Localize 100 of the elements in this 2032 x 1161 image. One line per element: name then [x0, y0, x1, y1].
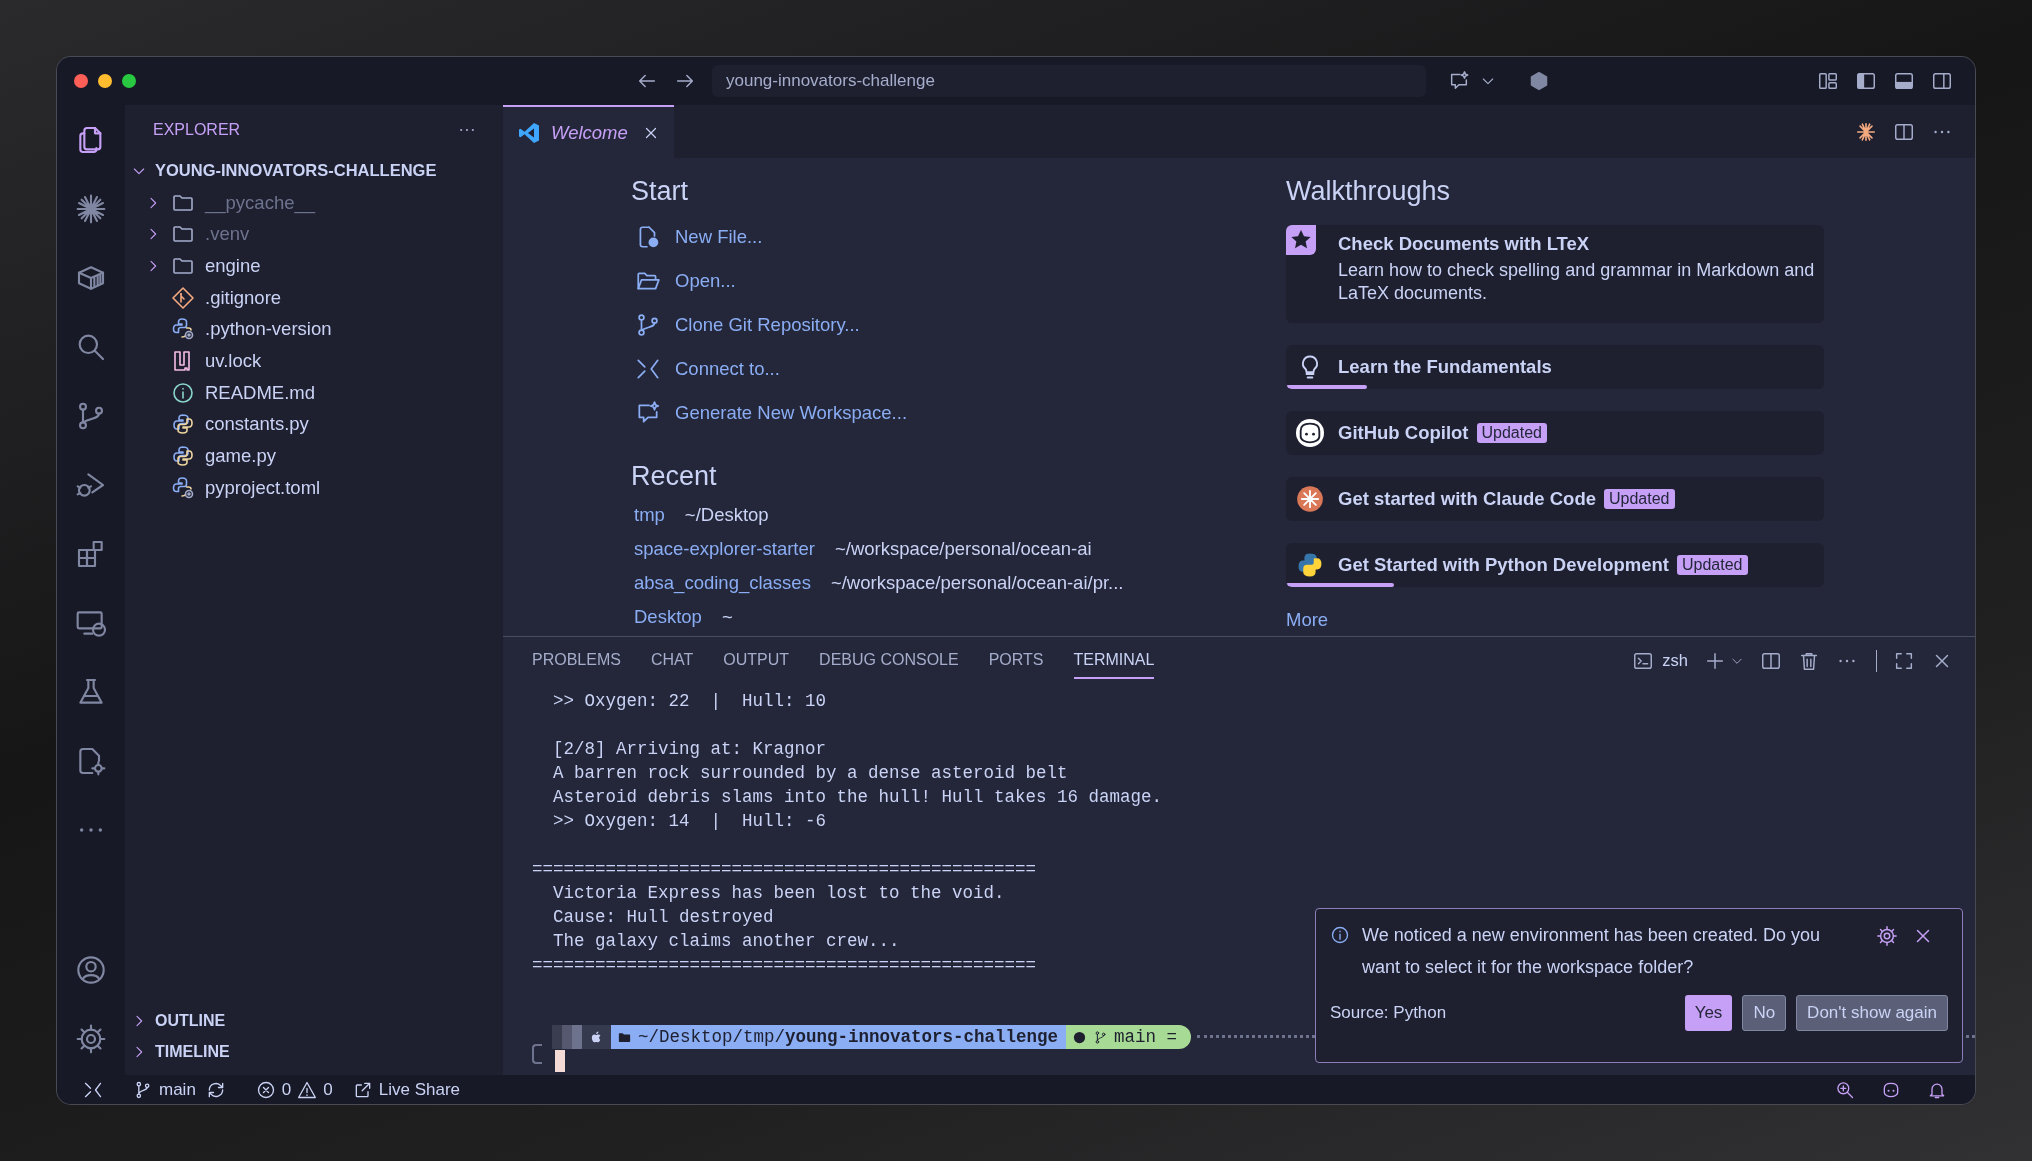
python-gear-icon — [171, 317, 195, 342]
logo-icon — [517, 120, 541, 145]
update-tag: Updated — [1604, 489, 1675, 509]
notification-message: We noticed a new environment has been created. Do you want to select it for the workspace folder? — [1362, 924, 1821, 979]
recent-link[interactable]: tmp — [634, 504, 665, 526]
terminal-line: A barren rock surrounded by a dense asteroid belt — [552, 762, 1068, 785]
bracket-line — [532, 1044, 542, 1064]
walkthrough-title: Get started with Claude Code — [1338, 488, 1596, 510]
update-tag: Updated — [1677, 555, 1748, 575]
panel-tab[interactable]: CHAT — [650, 642, 694, 679]
text-cursor — [555, 1050, 565, 1072]
terminal-shell-button[interactable]: zsh — [1632, 649, 1688, 672]
asterisk-icon[interactable] — [75, 193, 107, 225]
walkthrough-card[interactable]: Learn the Fundamentals — [1286, 345, 1824, 389]
asterisk-icon — [1296, 485, 1324, 513]
notification-source: Source: Python — [1330, 1003, 1447, 1023]
settings-icon[interactable] — [75, 1023, 107, 1055]
notification-button[interactable]: Don't show again — [1796, 995, 1948, 1031]
settings-icon[interactable] — [1876, 925, 1898, 947]
terminal-line: >> Oxygen: 22 | Hull: 10 — [552, 690, 827, 713]
info-icon — [1330, 925, 1350, 945]
folder-path: ~/workspace/personal/ocean-ai — [834, 538, 1092, 560]
walkthrough-title: Check Documents with LTeX — [1338, 233, 1590, 255]
file-name[interactable]: constants.py — [205, 413, 309, 436]
account-icon[interactable] — [75, 954, 107, 986]
folder-path: ~/workspace/personal/ocean-ai/pr... — [830, 572, 1124, 594]
branch-button[interactable]: main — [127, 1079, 196, 1100]
panel-tab[interactable]: PROBLEMS — [532, 642, 621, 679]
panel-tab[interactable]: DEBUG CONSOLE — [819, 642, 959, 679]
robot-face-icon — [1296, 419, 1324, 447]
problems-button[interactable]: 0 0 — [249, 1079, 333, 1100]
prompt-path: ~/Desktop/tmp/young-innovators-challenge — [638, 1026, 1059, 1049]
start-link[interactable]: Generate New Workspace... — [631, 391, 1286, 435]
walkthrough-card[interactable]: Get Started with Python Development Updated — [1286, 543, 1824, 587]
fade-blocks-drawing — [552, 1025, 582, 1049]
file-name[interactable]: .gitignore — [205, 286, 282, 309]
search-field[interactable]: young-innovators-challenge — [712, 65, 1426, 97]
terminal-line: The galaxy claims another crew... — [552, 930, 900, 953]
start-link[interactable]: New File... — [631, 215, 1286, 259]
live-share-button[interactable]: Live Share — [346, 1079, 461, 1100]
terminal-line: [2/8] Arriving at: Kragnor — [552, 738, 827, 761]
walkthrough-card[interactable]: GitHub Copilot Updated — [1286, 411, 1824, 455]
branch-icon — [635, 312, 661, 338]
notification-button[interactable]: Yes — [1684, 995, 1733, 1031]
file-name[interactable]: .python-version — [205, 318, 332, 341]
sidebar-toggle-icon[interactable] — [1855, 70, 1877, 92]
notification-button[interactable]: No — [1742, 995, 1787, 1031]
file-name[interactable]: README.md — [205, 381, 315, 404]
branch-name: main = — [1114, 1026, 1178, 1049]
walkthrough-title: Get Started with Python Development — [1338, 554, 1669, 576]
start-link[interactable]: Connect to... — [631, 347, 1286, 391]
hexagon-icon[interactable] — [1528, 70, 1550, 92]
python-icon — [171, 444, 195, 469]
remote-icon — [635, 356, 661, 382]
python-icon — [171, 412, 195, 437]
file-name[interactable]: game.py — [205, 445, 276, 468]
layout-icon[interactable] — [1817, 70, 1839, 92]
terminal-line: ================================================ — [532, 858, 1037, 881]
section-heading: Start — [631, 175, 690, 207]
zoom-window-button[interactable] — [122, 74, 136, 88]
folder-name[interactable]: YOUNG-INNOVATORS-CHALLENGE — [155, 161, 437, 181]
more-link[interactable]: More — [1286, 609, 1329, 630]
info-icon — [171, 380, 195, 405]
recent-link[interactable]: absa_coding_classes — [634, 572, 811, 594]
folder-path: ~/Desktop — [684, 504, 769, 526]
section-heading: Recent — [631, 460, 718, 492]
section-heading: Walkthroughs — [1286, 175, 1452, 207]
walkthrough-card[interactable]: Check Documents with LTeX Learn how to check spelling and grammar in Markdown and LaTeX documents. — [1286, 225, 1824, 323]
start-link[interactable]: Open... — [631, 259, 1286, 303]
apple-icon — [582, 1025, 611, 1049]
section-header[interactable]: OUTLINE — [155, 1011, 226, 1030]
panel-tab[interactable]: OUTPUT — [723, 642, 790, 679]
editor-tab[interactable]: Welcome — [503, 105, 674, 158]
panel-tab[interactable]: TERMINAL — [1073, 642, 1155, 679]
folder-name[interactable]: engine — [205, 254, 261, 277]
section-header[interactable]: TIMELINE — [155, 1042, 230, 1061]
file-name[interactable]: pyproject.toml — [205, 476, 321, 499]
update-tag: Updated — [1476, 423, 1547, 443]
error-icon — [255, 1079, 276, 1100]
recent-link[interactable]: Desktop — [634, 606, 702, 628]
minimize-window-button[interactable] — [98, 74, 112, 88]
close-window-button[interactable] — [74, 74, 88, 88]
python-gear-icon — [171, 475, 195, 500]
walkthrough-title: GitHub Copilot — [1338, 422, 1469, 444]
chat-sparkle-icon[interactable] — [1448, 70, 1470, 92]
secondary-sidebar-icon[interactable] — [1931, 70, 1953, 92]
zoom-icon[interactable] — [1835, 1079, 1855, 1100]
folder-path: ~ — [721, 606, 733, 628]
recent-link[interactable]: space-explorer-starter — [634, 538, 815, 560]
sidebar-title: EXPLORER — [153, 121, 242, 139]
start-link[interactable]: Clone Git Repository... — [631, 303, 1286, 347]
panel-toggle-icon[interactable] — [1893, 70, 1915, 92]
panel-tab[interactable]: PORTS — [988, 642, 1044, 679]
walkthrough-description: Learn how to check spelling and grammar in Markdown and LaTeX documents. — [1338, 259, 1816, 305]
terminal-line: Cause: Hull destroyed — [552, 906, 774, 929]
asterisk-icon[interactable] — [1855, 120, 1877, 143]
file-name[interactable]: uv.lock — [205, 349, 262, 372]
python-icon — [1296, 551, 1324, 579]
terminal-line: Victoria Express has been lost to the void. — [552, 882, 1005, 905]
walkthrough-card[interactable]: Get started with Claude Code Updated — [1286, 477, 1824, 521]
